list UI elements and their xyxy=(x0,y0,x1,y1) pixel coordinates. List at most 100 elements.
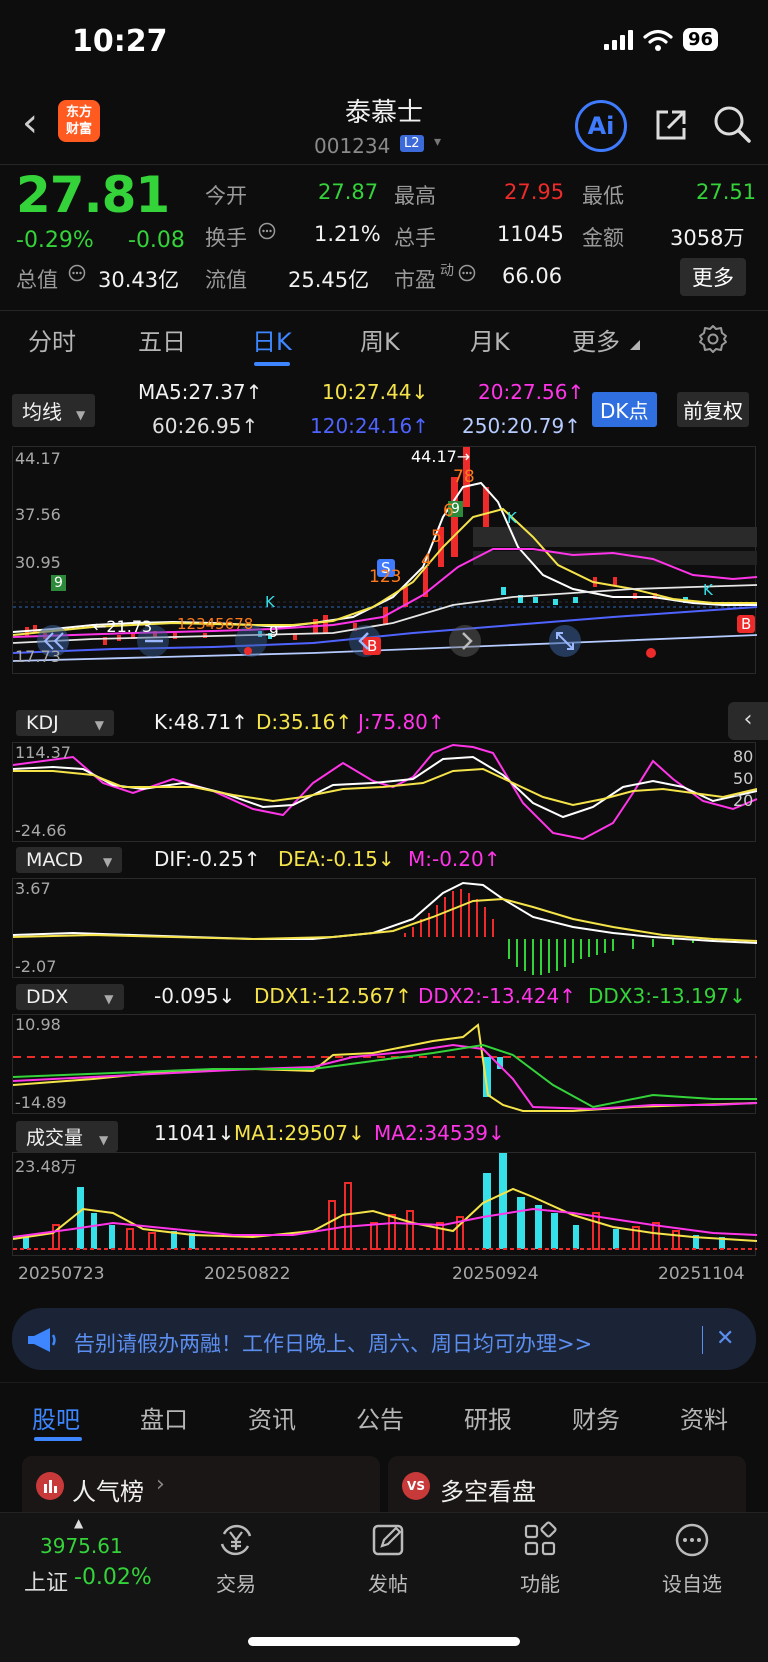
ma20-value: 20:27.56↑ xyxy=(478,380,585,404)
cellular-signal-icon xyxy=(603,29,633,50)
ma250-value: 250:20.79↑ xyxy=(462,414,581,438)
tab-monthly-k[interactable]: 月K xyxy=(470,322,510,357)
vs-icon: VS xyxy=(402,1472,430,1500)
fullscreen-icon[interactable] xyxy=(555,631,575,651)
volume-chart[interactable]: 23.48万 xyxy=(12,1152,758,1256)
scroll-left-icon[interactable] xyxy=(43,631,65,651)
tab-pankou[interactable]: 盘口 xyxy=(140,1400,188,1435)
turnover-value: 1.21% xyxy=(314,222,381,246)
kdj-ref-50: 50 xyxy=(733,769,754,788)
kdj-y-top: 114.37 xyxy=(15,743,71,762)
k-marker: K xyxy=(507,509,517,527)
ddx3-value: DDX3:-13.197↓ xyxy=(588,984,746,1008)
macd-dea-value: DEA:-0.15↓ xyxy=(278,847,395,871)
macd-svg xyxy=(12,881,758,975)
macd-selector-label: MACD xyxy=(26,849,83,871)
banner-text[interactable]: 告别请假办两融！工作日晚上、周六、周日均可办理>> xyxy=(74,1328,592,1358)
ma60-value: 60:26.95↑ xyxy=(152,414,259,438)
macd-m-value: M:-0.20↑ xyxy=(408,847,501,871)
nav-functions[interactable]: 功能 xyxy=(490,1520,590,1597)
volume-selector[interactable]: 成交量 ▼ xyxy=(16,1121,119,1152)
index-change[interactable]: -0.02% xyxy=(74,1565,152,1590)
more-quote-button[interactable]: 更多 xyxy=(680,258,746,296)
kline-y-3: 30.95 xyxy=(15,553,61,572)
zoom-out-icon[interactable] xyxy=(143,633,165,649)
tab-guba[interactable]: 股吧 xyxy=(32,1400,80,1435)
triangle-icon xyxy=(630,340,640,350)
ddx-selector[interactable]: DDX ▼ xyxy=(16,984,124,1010)
caret-down-icon[interactable]: ▾ xyxy=(434,134,441,150)
ai-assistant-button[interactable]: Ai xyxy=(575,100,627,152)
chevron-right-icon: › xyxy=(156,1472,165,1497)
kdj-selector-label: KDJ xyxy=(26,712,59,734)
mktcap-label: 总值 xyxy=(16,268,58,292)
wifi-icon xyxy=(643,29,673,51)
kdj-selector[interactable]: KDJ ▼ xyxy=(16,710,114,736)
macd-y-top: 3.67 xyxy=(15,879,51,898)
info-icon[interactable] xyxy=(68,264,86,282)
volume-y-top: 23.48万 xyxy=(15,1157,77,1176)
battery-indicator: 96 xyxy=(682,28,718,51)
step-left-icon[interactable] xyxy=(355,631,375,651)
info-icon[interactable] xyxy=(458,264,476,282)
index-name[interactable]: 上证 xyxy=(24,1565,68,1597)
macd-y-bottom: -2.07 xyxy=(15,957,57,976)
tab-research[interactable]: 研报 xyxy=(464,1400,512,1435)
nav-trade[interactable]: 交易 xyxy=(186,1520,286,1597)
kline-y-2: 37.56 xyxy=(15,505,61,524)
kdj-ref-80: 80 xyxy=(733,747,754,766)
date-label: 20250723 xyxy=(18,1264,105,1284)
open-label: 今开 xyxy=(205,184,247,208)
buy-signal-tag[interactable]: B xyxy=(737,615,756,633)
search-icon[interactable] xyxy=(712,104,752,144)
tab-daily-k[interactable]: 日K xyxy=(252,322,292,357)
settings-gear-icon[interactable] xyxy=(698,324,728,354)
tab-profile[interactable]: 资料 xyxy=(680,1400,728,1435)
macd-chart[interactable]: 3.67 -2.07 xyxy=(12,878,758,978)
kline-chart[interactable]: 44.17 37.56 30.95 17.73 44.17→ ←21.73 S … xyxy=(12,446,757,674)
forward-adjust-button[interactable]: 前复权 xyxy=(677,392,749,427)
dk-point-button[interactable]: DK点 xyxy=(592,392,657,427)
tab-underline xyxy=(254,362,290,366)
tab-news[interactable]: 资讯 xyxy=(248,1400,296,1435)
ma-selector[interactable]: 均线 ▼ xyxy=(12,394,96,427)
td-count-tag: 6 xyxy=(443,501,454,521)
index-value[interactable]: 3975.61 xyxy=(40,1534,123,1558)
stock-code[interactable]: 001234 xyxy=(314,134,390,158)
ma5-value: MA5:27.37↑ xyxy=(138,380,263,404)
tab-intraday[interactable]: 分时 xyxy=(28,322,76,357)
kdj-j-value: J:75.80↑ xyxy=(358,710,445,734)
kdj-chart[interactable]: 114.37 -24.66 80 50 20 xyxy=(12,742,758,842)
macd-dif-value: DIF:-0.25↑ xyxy=(154,847,261,871)
tab-finance[interactable]: 财务 xyxy=(572,1400,620,1435)
volume-label: 总手 xyxy=(394,226,436,250)
volume-value-label: 11041↓ xyxy=(154,1121,235,1145)
info-icon[interactable] xyxy=(258,222,276,240)
nav-functions-label: 功能 xyxy=(520,1572,560,1596)
l2-badge: L2 xyxy=(400,135,424,152)
tab-more[interactable]: 更多 xyxy=(572,322,620,357)
ddx-chart[interactable]: 10.98 -14.89 xyxy=(12,1014,758,1114)
kline-y-top: 44.17 xyxy=(15,449,61,468)
open-value: 27.87 xyxy=(318,180,379,204)
step-right-icon[interactable] xyxy=(456,631,476,651)
float-label: 流值 xyxy=(205,268,247,292)
tab-weekly-k[interactable]: 周K xyxy=(360,322,400,357)
macd-selector[interactable]: MACD ▼ xyxy=(16,847,123,873)
close-icon[interactable]: ✕ xyxy=(716,1326,734,1351)
ddx-selector-label: DDX xyxy=(26,986,69,1008)
nav-add-watchlist[interactable]: 设自选 xyxy=(642,1520,742,1597)
tab-five-day[interactable]: 五日 xyxy=(138,322,186,357)
low-value: 27.51 xyxy=(696,180,757,204)
status-icons: 96 xyxy=(603,28,718,51)
share-icon[interactable] xyxy=(652,106,690,144)
nav-post[interactable]: 发帖 xyxy=(338,1520,438,1597)
ddx-y-bottom: -14.89 xyxy=(15,1093,67,1112)
caret-down-icon: ▼ xyxy=(102,855,113,869)
collapse-panel-button[interactable]: ‹ xyxy=(728,702,768,740)
more-dots-icon xyxy=(675,1523,709,1557)
pe-value: 66.06 xyxy=(502,264,563,288)
status-time: 10:27 xyxy=(72,24,168,59)
td-count-tag: 78 xyxy=(453,467,475,487)
tab-announcement[interactable]: 公告 xyxy=(356,1400,404,1435)
